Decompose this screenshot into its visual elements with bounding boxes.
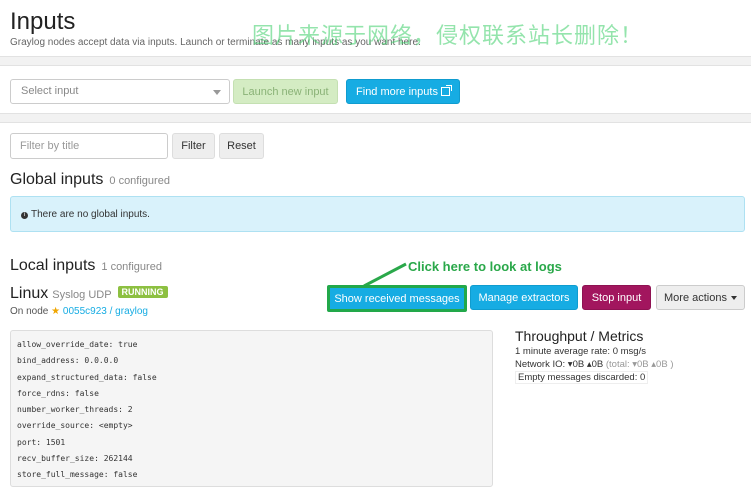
filter-by-title-input[interactable]: Filter by title	[10, 133, 168, 159]
stop-input-button[interactable]: Stop input	[582, 285, 651, 310]
input-type: Syslog UDP	[52, 289, 112, 301]
no-global-inputs-message: There are no global inputs.	[31, 209, 150, 220]
launch-new-input-button[interactable]: Launch new input	[233, 79, 338, 104]
local-inputs-title: Local inputs	[10, 257, 96, 274]
config-line: number_worker_threads: 2	[17, 405, 133, 415]
metrics-rate: 1 minute average rate: 0 msg/s	[515, 346, 646, 357]
select-placeholder: Select input	[21, 85, 79, 97]
node-prefix: On node	[10, 306, 49, 317]
annotation-callout: Click here to look at logs	[408, 259, 562, 274]
star-icon: ★	[51, 306, 61, 317]
config-line: store_full_message: false	[17, 470, 138, 480]
config-line: port: 1501	[17, 437, 66, 447]
more-actions-label: More actions	[664, 291, 727, 304]
divider-band	[0, 113, 751, 123]
page-title: Inputs	[10, 8, 76, 35]
global-inputs-title: Global inputs	[10, 171, 104, 188]
input-type-select[interactable]: Select input	[10, 79, 230, 104]
info-icon: i	[21, 212, 28, 219]
metrics-discarded: Empty messages discarded: 0	[515, 371, 673, 384]
discarded-count: Empty messages discarded: 0	[515, 371, 649, 384]
filter-button[interactable]: Filter	[172, 133, 215, 159]
manage-extractors-button[interactable]: Manage extractors	[470, 285, 578, 310]
network-label: Network IO:	[515, 359, 566, 370]
chevron-down-icon	[213, 90, 221, 95]
show-received-messages-button[interactable]: Show received messages	[327, 285, 467, 312]
config-line: recv_buffer_size: 262144	[17, 454, 133, 464]
config-line: allow_override_date: true	[17, 340, 138, 349]
local-inputs-heading: Local inputs 1 configured	[10, 257, 162, 275]
node-link[interactable]: 0055c923 / graylog	[63, 306, 148, 317]
global-inputs-heading: Global inputs 0 configured	[10, 171, 170, 189]
no-global-inputs-alert: i There are no global inputs.	[10, 196, 745, 232]
caret-down-icon	[730, 295, 737, 300]
local-inputs-count: 1 configured	[101, 261, 162, 273]
config-line: expand_structured_data: false	[17, 372, 157, 382]
status-badge: RUNNING	[117, 286, 168, 298]
config-line: bind_address: 0.0.0.0	[17, 356, 119, 366]
watermark: 图片来源于网络，侵权联系站长删除！	[252, 24, 644, 49]
divider-band	[0, 56, 751, 66]
find-more-inputs-label: Find more inputs	[356, 85, 438, 98]
network-value: ▾0B ▴0B	[567, 359, 604, 370]
metrics-network: Network IO: ▾0B ▴0B (total: ▾0B ▴0B )	[515, 358, 673, 371]
metrics-title: Throughput / Metrics	[515, 328, 644, 344]
find-more-inputs-button[interactable]: Find more inputs	[346, 79, 460, 104]
input-configuration: allow_override_date: true bind_address: …	[10, 330, 493, 487]
throughput-metrics: Throughput / Metrics 1 minute average ra…	[515, 328, 673, 384]
reset-button[interactable]: Reset	[219, 133, 264, 159]
input-header: Linux Syslog UDP RUNNING	[10, 285, 168, 303]
config-line: override_source: <empty>	[17, 421, 133, 431]
node-info: On node ★ 0055c923 / graylog	[10, 306, 148, 317]
more-actions-button[interactable]: More actions	[656, 285, 745, 310]
input-name: Linux	[10, 285, 49, 302]
network-total: (total: ▾0B ▴0B )	[605, 359, 674, 370]
config-line: force_rdns: false	[17, 388, 99, 398]
global-inputs-count: 0 configured	[109, 175, 170, 187]
external-link-icon	[440, 85, 452, 96]
